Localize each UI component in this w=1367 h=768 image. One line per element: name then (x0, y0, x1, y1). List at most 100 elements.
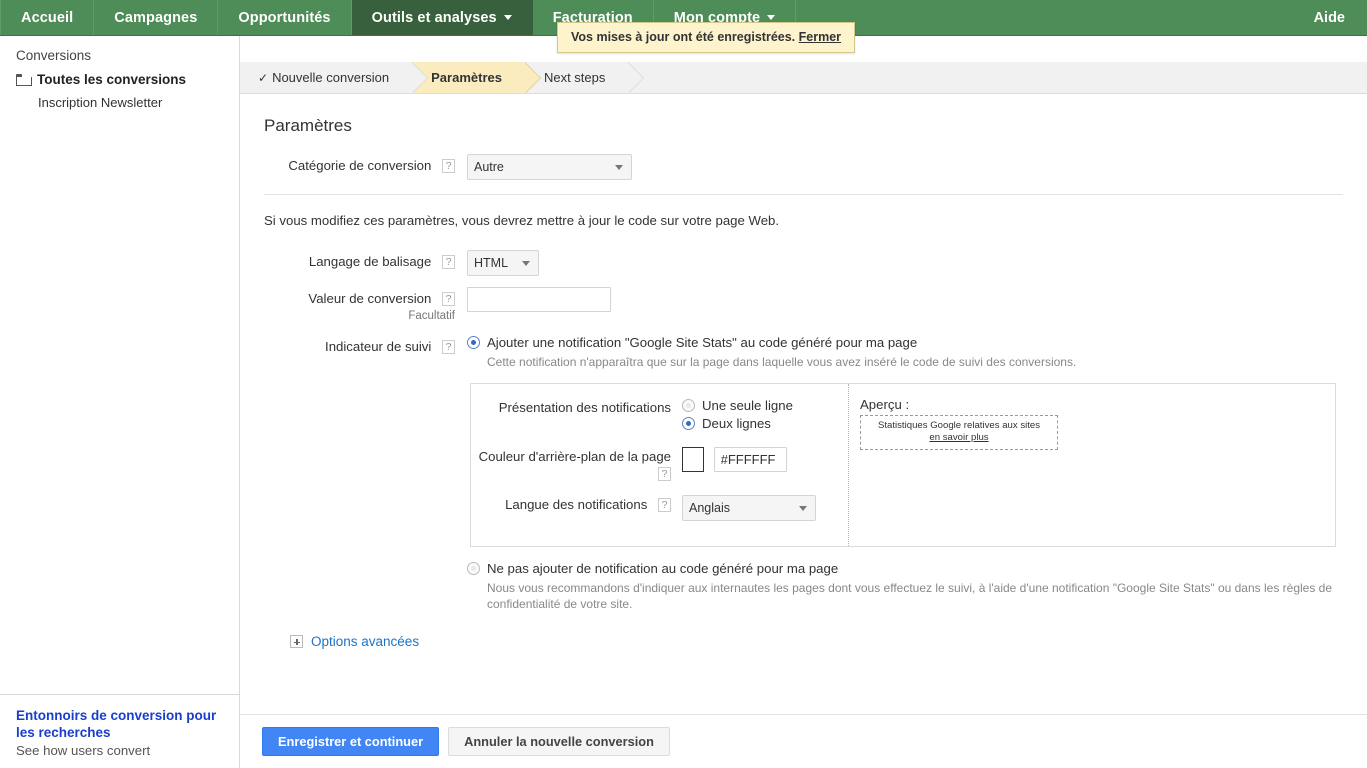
nav-item-label: Campagnes (114, 9, 198, 26)
form-footer: Enregistrer et continuer Annuler la nouv… (240, 714, 1367, 768)
field-control: Autre (455, 154, 632, 180)
field-label-wrapper: Valeur de conversion ? Facultatif (260, 287, 455, 324)
field-control: Ajouter une notification "Google Site St… (455, 335, 1347, 612)
background-color-input[interactable] (713, 447, 787, 472)
settings-form: Paramètres Catégorie de conversion ? Aut… (240, 94, 1367, 649)
sidebar-promo-link[interactable]: Entonnoirs de conversion pour les recher… (16, 707, 225, 741)
categorie-label: Catégorie de conversion (288, 158, 432, 173)
np-row-langue: Langue des notifications ? Anglais (471, 495, 848, 521)
field-row-categorie: Catégorie de conversion ? Autre (260, 154, 1347, 180)
valeur-de-conversion-input[interactable] (467, 287, 611, 312)
langue-des-notifications-select[interactable]: Anglais (682, 495, 816, 521)
field-label-wrapper: Langage de balisage ? (260, 250, 455, 270)
radio-button-selected[interactable] (682, 417, 695, 430)
sidebar-subitem-label: Inscription Newsletter (38, 95, 163, 110)
step-label: Nouvelle conversion (272, 70, 390, 85)
notification-preview-section: Aperçu : Statistiques Google relatives a… (849, 384, 1335, 546)
categorie-select-wrapper: Autre (467, 154, 632, 180)
sidebar-promo-subtitle: See how users convert (16, 743, 151, 758)
main-content: ✓ Nouvelle conversion Paramètres Next st… (240, 36, 1367, 768)
save-confirmation-toast: Vos mises à jour ont été enregistrées. F… (557, 22, 856, 53)
valeur-label: Valeur de conversion (308, 291, 432, 306)
toast-message: Vos mises à jour ont été enregistrées. (571, 30, 796, 44)
sidebar-item-inscription-newsletter[interactable]: Inscription Newsletter (0, 92, 239, 113)
nav-item-opportunites[interactable]: Opportunités (218, 0, 352, 35)
nav-item-aide[interactable]: Aide (1292, 0, 1367, 35)
preview-line-2: en savoir plus (867, 432, 1051, 444)
nav-item-campagnes[interactable]: Campagnes (94, 0, 219, 35)
langage-select-wrapper: HTML (467, 250, 539, 276)
nav-item-label: Outils et analyses (371, 9, 497, 26)
notification-settings-left: Présentation des notifications Une seule… (471, 384, 849, 546)
np-row-couleur: Couleur d'arrière-plan de la page ? (471, 447, 848, 482)
categorie-de-conversion-select[interactable]: Autre (467, 154, 632, 180)
plus-icon[interactable] (290, 635, 303, 648)
sidebar-promo: Entonnoirs de conversion pour les recher… (0, 694, 239, 768)
field-row-indicateur: Indicateur de suivi ? Ajouter une notifi… (260, 335, 1347, 612)
couleur-control (671, 447, 787, 472)
sidebar-header: Conversions (16, 48, 92, 63)
notification-settings-panel: Présentation des notifications Une seule… (470, 383, 1336, 547)
couleur-label-wrapper: Couleur d'arrière-plan de la page ? (471, 447, 671, 482)
nav-item-label: Accueil (21, 9, 74, 26)
radio-label: Ajouter une notification "Google Site St… (487, 335, 918, 350)
radio-option-deux-lignes[interactable]: Deux lignes (682, 416, 793, 431)
preview-line-1: Statistiques Google relatives aux sites (877, 420, 1041, 431)
radio-button-selected[interactable] (467, 336, 480, 349)
radio-label: Ne pas ajouter de notification au code g… (487, 561, 839, 576)
radio-option-no-notification[interactable]: Ne pas ajouter de notification au code g… (467, 561, 1347, 576)
radio-label: Une seule ligne (702, 398, 793, 413)
field-control (455, 287, 611, 312)
cancel-conversion-button[interactable]: Annuler la nouvelle conversion (448, 727, 670, 756)
help-icon[interactable]: ? (442, 292, 455, 306)
langue-label: Langue des notifications (505, 497, 648, 512)
chevron-down-icon (767, 15, 776, 20)
chevron-down-icon (503, 15, 512, 20)
indicateur-label: Indicateur de suivi (325, 339, 432, 354)
help-icon[interactable]: ? (442, 340, 455, 354)
couleur-label: Couleur d'arrière-plan de la page (478, 449, 671, 464)
presentation-options: Une seule ligne Deux lignes (671, 398, 793, 434)
advanced-options-toggle[interactable]: Options avancées (290, 634, 1347, 649)
field-row-langage: Langage de balisage ? HTML (260, 250, 1347, 276)
toast-close-link[interactable]: Fermer (799, 30, 841, 44)
field-control: HTML (455, 250, 539, 276)
radio-button-unselected[interactable] (467, 562, 480, 575)
radio-option-add-notification[interactable]: Ajouter une notification "Google Site St… (467, 335, 1347, 350)
help-icon[interactable]: ? (658, 467, 671, 481)
check-icon: ✓ (258, 70, 269, 85)
step-nouvelle-conversion[interactable]: ✓ Nouvelle conversion (240, 62, 429, 94)
help-icon[interactable]: ? (442, 255, 455, 269)
langage-de-balisage-select[interactable]: HTML (467, 250, 539, 276)
radio-button-unselected[interactable] (682, 399, 695, 412)
save-and-continue-button[interactable]: Enregistrer et continuer (262, 727, 440, 756)
help-icon[interactable]: ? (442, 159, 455, 173)
nav-item-accueil[interactable]: Accueil (0, 0, 95, 35)
step-label: Next steps (543, 70, 606, 85)
nav-help-label: Aide (1313, 9, 1345, 26)
field-label-wrapper: Indicateur de suivi ? (260, 335, 455, 355)
langue-control: Anglais (671, 495, 816, 521)
presentation-label: Présentation des notifications (498, 400, 671, 415)
apercu-preview-box: Statistiques Google relatives aux sites … (860, 415, 1058, 450)
radio-help-text: Nous vous recommandons d'indiquer aux in… (487, 581, 1333, 611)
radio-option-une-seule-ligne[interactable]: Une seule ligne (682, 398, 793, 413)
intro-text: Si vous modifiez ces paramètres, vous de… (264, 213, 780, 228)
advanced-options-label[interactable]: Options avancées (311, 634, 419, 649)
np-row-presentation: Présentation des notifications Une seule… (471, 398, 848, 434)
preview-link-text[interactable]: en savoir plus (929, 432, 988, 443)
radio-help-text: Cette notification n'apparaîtra que sur … (487, 355, 1077, 369)
top-navigation-bar: Accueil Campagnes Opportunités Outils et… (0, 0, 1367, 53)
radio-label: Deux lignes (702, 416, 771, 431)
sidebar-item-toutes-les-conversions[interactable]: Toutes les conversions (0, 67, 239, 92)
page-body: Conversions Toutes les conversions Inscr… (0, 36, 1367, 768)
help-icon[interactable]: ? (658, 498, 671, 512)
field-row-valeur: Valeur de conversion ? Facultatif (260, 287, 1347, 324)
langue-label-wrapper: Langue des notifications ? (471, 495, 671, 513)
sidebar-item-label: Toutes les conversions (37, 72, 187, 87)
apercu-title: Aperçu : (860, 397, 910, 412)
color-swatch-button[interactable] (682, 447, 704, 472)
nav-item-outils-et-analyses[interactable]: Outils et analyses (351, 0, 533, 35)
langue-select-wrapper: Anglais (682, 495, 816, 521)
sidebar: Conversions Toutes les conversions Inscr… (0, 36, 240, 768)
